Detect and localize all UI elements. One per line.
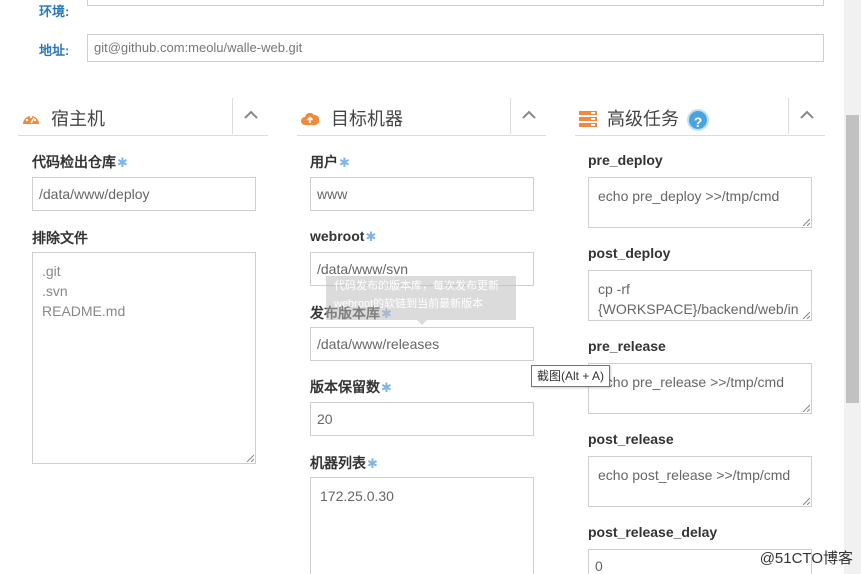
chevron-up-icon: [522, 110, 536, 119]
chevron-up-icon: [244, 110, 258, 119]
required-mark: ✱: [339, 155, 350, 170]
host-section-title: 宿主机: [51, 109, 105, 129]
chevron-up-icon: [800, 110, 814, 119]
target-section-title: 目标机器: [331, 109, 403, 129]
target-section-header: 目标机器: [297, 98, 546, 136]
repo-input[interactable]: /data/www/deploy: [32, 177, 256, 211]
cloud-upload-icon: [301, 112, 319, 125]
target-collapse-button[interactable]: [510, 98, 546, 134]
post-deploy-line: cp -rf: [598, 281, 630, 297]
pre-deploy-value: echo pre_deploy >>/tmp/cmd: [598, 188, 780, 204]
release-input[interactable]: /data/www/releases: [310, 327, 534, 361]
tooltip-line: webroot的软链到当前最新版本: [334, 298, 484, 310]
post-release-label: post_release: [588, 431, 674, 447]
exclude-line: .svn: [42, 283, 68, 299]
host-section-header: 宿主机: [18, 98, 268, 136]
host-collapse-button[interactable]: [232, 98, 268, 134]
env-input[interactable]: [87, 0, 824, 6]
resize-grip-icon[interactable]: [802, 497, 810, 505]
dashboard-gauge-icon: [23, 115, 39, 124]
repo-label: 代码检出仓库✱: [32, 154, 128, 170]
pre-release-label: pre_release: [588, 338, 666, 354]
hosts-label: 机器列表✱: [310, 455, 378, 471]
advanced-collapse-button[interactable]: [788, 98, 824, 134]
exclude-textarea[interactable]: .git .svn README.md: [32, 252, 256, 464]
keep-input[interactable]: 20: [310, 402, 534, 436]
watermark: @51CTO博客: [759, 550, 853, 567]
hosts-textarea[interactable]: 172.25.0.30: [310, 477, 534, 574]
pre-release-value: echo pre_release >>/tmp/cmd: [598, 374, 784, 390]
release-tooltip: 代码发布的版本库，每次发布更新 webroot的软链到当前最新版本: [326, 276, 516, 320]
vertical-scrollbar[interactable]: [844, 0, 861, 574]
keep-label: 版本保留数✱: [310, 379, 392, 395]
resize-grip-icon[interactable]: [802, 218, 810, 226]
help-icon[interactable]: ?: [687, 109, 709, 131]
user-input[interactable]: www: [310, 177, 534, 211]
address-input[interactable]: git@github.com:meolu/walle-web.git: [87, 34, 824, 62]
post-release-delay-label: post_release_delay: [588, 524, 718, 540]
post-release-value: echo post_release >>/tmp/cmd: [598, 467, 791, 483]
tooltip-line: 代码发布的版本库，每次发布更新: [334, 280, 499, 292]
screenshot-hint: 截图(Alt + A): [531, 365, 611, 387]
post-deploy-line: {WORKSPACE}/backend/web/in: [598, 301, 799, 317]
exclude-line: .git: [42, 263, 61, 279]
webroot-label: webroot✱: [310, 228, 377, 244]
scrollbar-thumb[interactable]: [846, 115, 859, 403]
advanced-section-title: 高级任务: [607, 109, 679, 129]
server-tasks-icon: [579, 111, 597, 127]
resize-grip-icon[interactable]: [246, 454, 254, 462]
required-mark: ✱: [381, 380, 392, 395]
post-deploy-textarea[interactable]: cp -rf {WORKSPACE}/backend/web/in: [588, 270, 812, 321]
pre-deploy-label: pre_deploy: [588, 152, 663, 168]
required-mark: ✱: [365, 229, 377, 244]
tooltip-arrow: [417, 320, 427, 325]
hosts-value: 172.25.0.30: [320, 488, 394, 504]
pre-release-textarea[interactable]: echo pre_release >>/tmp/cmd: [588, 363, 812, 414]
post-deploy-label: post_deploy: [588, 245, 671, 261]
address-label: 地址:: [39, 43, 70, 58]
env-label: 环境:: [39, 4, 70, 19]
pre-deploy-textarea[interactable]: echo pre_deploy >>/tmp/cmd: [588, 177, 812, 228]
advanced-section-header: 高级任务 ?: [575, 98, 825, 136]
exclude-label: 排除文件: [32, 230, 88, 246]
resize-grip-icon[interactable]: [802, 311, 810, 319]
required-mark: ✱: [117, 155, 128, 170]
post-release-textarea[interactable]: echo post_release >>/tmp/cmd: [588, 456, 812, 507]
resize-grip-icon[interactable]: [802, 404, 810, 412]
exclude-line: README.md: [42, 303, 126, 319]
required-mark: ✱: [367, 456, 378, 471]
user-label: 用户✱: [310, 154, 350, 170]
